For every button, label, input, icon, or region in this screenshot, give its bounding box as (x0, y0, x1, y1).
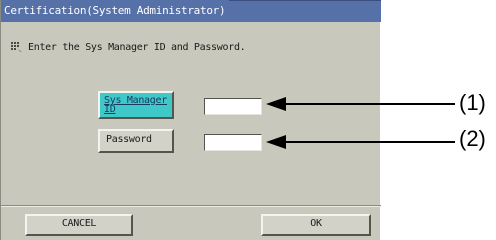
callout-arrow-2 (266, 135, 455, 149)
callout-arrows (266, 97, 455, 149)
callout-label-1: (1) (459, 90, 486, 115)
callout-label-2: (2) (459, 126, 486, 151)
callout-arrow-1 (266, 97, 455, 111)
